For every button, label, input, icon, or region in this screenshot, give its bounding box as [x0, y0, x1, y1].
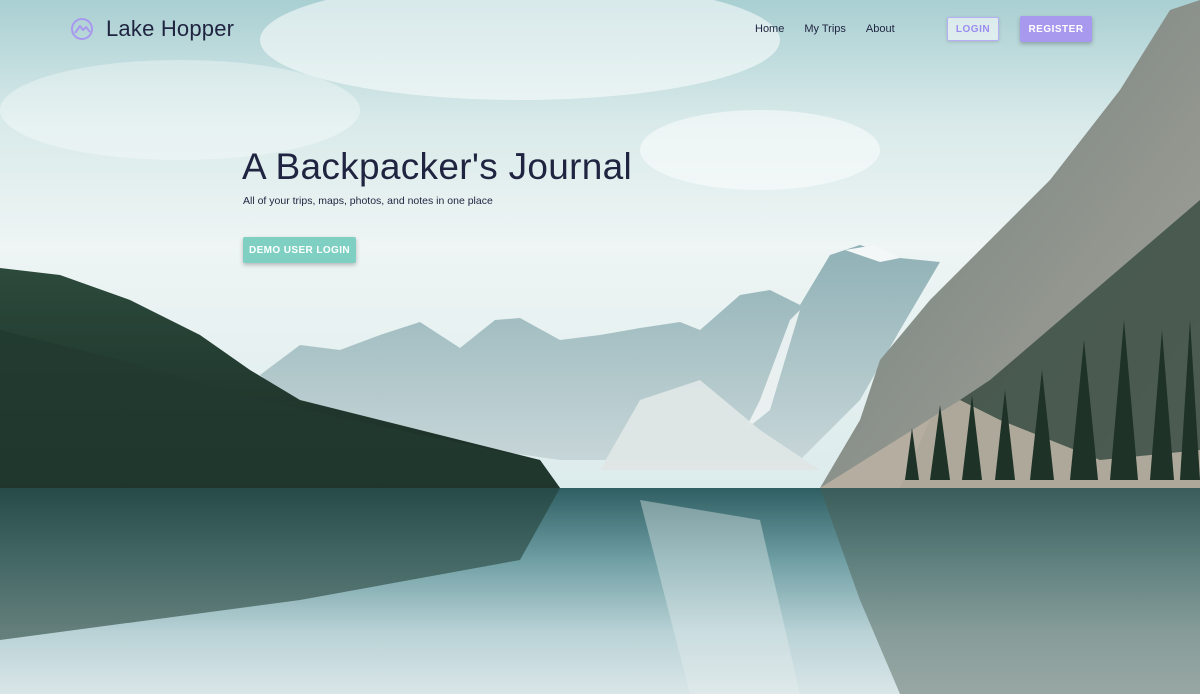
nav-link-home[interactable]: Home [745, 20, 794, 38]
login-button[interactable]: LOGIN [947, 17, 999, 41]
nav-link-my-trips[interactable]: My Trips [794, 20, 856, 38]
brand-logo-link[interactable]: Lake Hopper [70, 14, 234, 44]
hero-title: A Backpacker's Journal [242, 146, 633, 187]
hero-background-image [0, 0, 1200, 694]
nav-links: Home My Trips About [745, 20, 905, 38]
top-navbar: Lake Hopper Home My Trips About LOGIN RE… [0, 0, 1200, 60]
register-button[interactable]: REGISTER [1020, 16, 1092, 42]
nav-link-about[interactable]: About [856, 20, 905, 38]
brand-name: Lake Hopper [106, 16, 235, 41]
hero-subtitle: All of your trips, maps, photos, and not… [243, 195, 493, 207]
demo-user-login-button[interactable]: DEMO USER LOGIN [243, 237, 356, 263]
mountain-lake-illustration [0, 0, 1200, 694]
mountain-circle-icon [70, 17, 94, 41]
